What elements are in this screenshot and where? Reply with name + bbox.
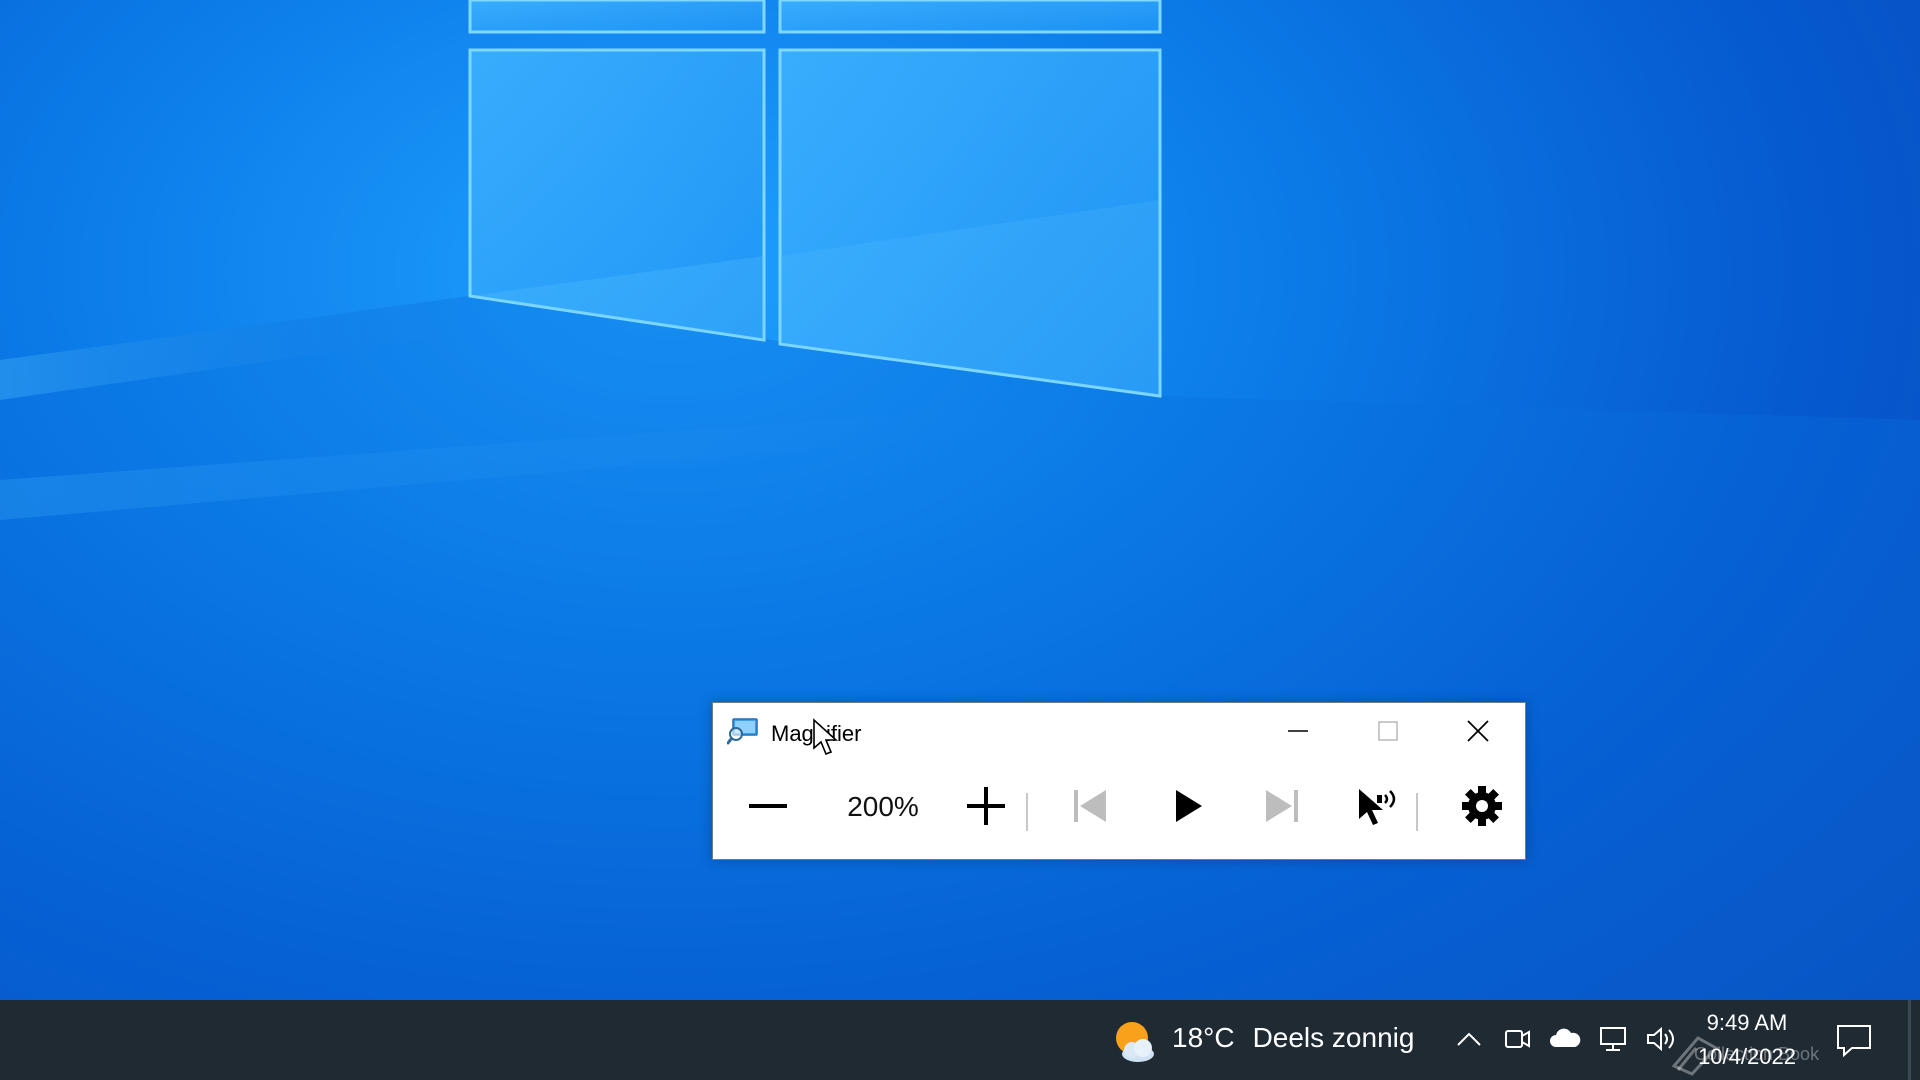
- show-desktop-button[interactable]: [1908, 1000, 1911, 1080]
- gear-icon: [1462, 786, 1502, 826]
- toolbar-separator: [1416, 793, 1418, 831]
- plus-icon: [967, 787, 1005, 825]
- camera-icon: [1505, 1030, 1530, 1048]
- skip-forward-icon: [1266, 790, 1298, 822]
- minimize-icon: [1288, 730, 1308, 732]
- play-icon: [1176, 790, 1202, 822]
- read-next-button[interactable]: [1247, 775, 1317, 837]
- zoom-in-button[interactable]: [951, 775, 1021, 837]
- network-tray-button[interactable]: [1596, 1022, 1630, 1056]
- weather-widget[interactable]: 18°C Deels zonnig: [1172, 1022, 1414, 1054]
- camera-tray-button[interactable]: [1500, 1022, 1534, 1056]
- cloud-icon: [1550, 1028, 1581, 1047]
- network-icon: [1600, 1027, 1626, 1051]
- mouse-cursor-icon: [813, 718, 839, 756]
- read-play-button[interactable]: [1153, 775, 1223, 837]
- magnifier-toolbar: 200%: [713, 759, 1525, 861]
- close-icon: [1467, 720, 1489, 742]
- weather-condition: Deels zonnig: [1252, 1022, 1415, 1053]
- weather-temperature: 18°C: [1172, 1022, 1235, 1053]
- toolbar-separator: [1026, 793, 1028, 831]
- minus-icon: [749, 804, 787, 808]
- pointer-speaker-icon: [1359, 789, 1396, 825]
- taskbar: 18°C Deels zonnig 9:49 AM 10/4/2022 Colle…: [0, 1000, 1920, 1080]
- onedrive-tray-button[interactable]: [1548, 1022, 1582, 1056]
- minimize-button[interactable]: [1253, 703, 1343, 759]
- settings-button[interactable]: [1447, 775, 1517, 837]
- zoom-out-button[interactable]: [733, 775, 803, 837]
- read-previous-button[interactable]: [1055, 775, 1125, 837]
- maximize-icon: [1378, 721, 1398, 741]
- read-from-here-button[interactable]: [1343, 775, 1413, 837]
- chevron-up-icon: [1457, 1032, 1481, 1046]
- close-button[interactable]: [1433, 703, 1523, 759]
- magnifier-app-icon: [727, 718, 758, 745]
- zoom-level: 200%: [847, 791, 919, 822]
- show-hidden-icons-button[interactable]: [1452, 1022, 1486, 1056]
- clock-time: 9:49 AM: [1706, 1010, 1788, 1035]
- watermark-text: Collection Book: [1694, 1044, 1820, 1064]
- skip-back-icon: [1074, 790, 1106, 822]
- maximize-button[interactable]: [1343, 703, 1433, 759]
- notification-icon[interactable]: [1834, 1022, 1874, 1058]
- partly-sunny-icon[interactable]: [1110, 1018, 1158, 1064]
